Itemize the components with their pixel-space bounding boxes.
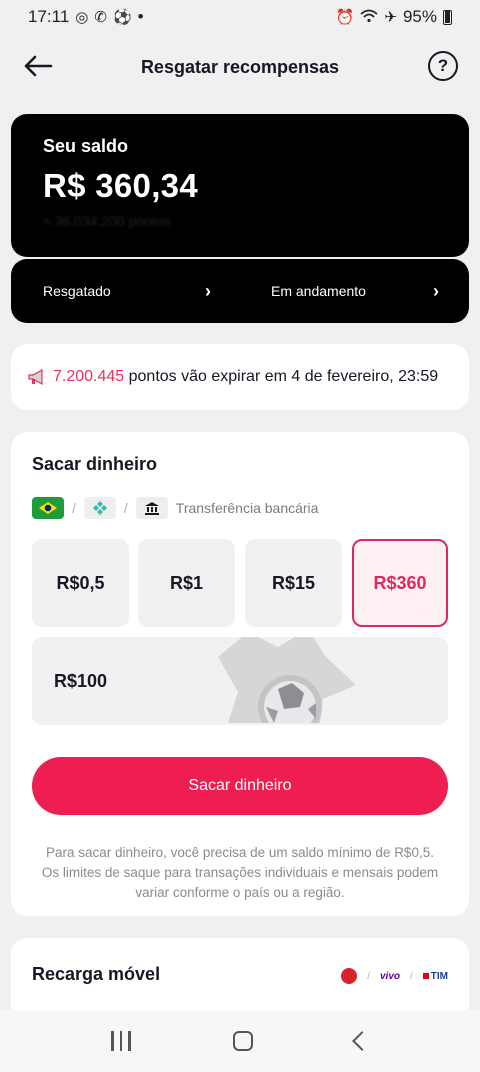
- chevron-right-icon: ›: [205, 280, 211, 301]
- balance-points: ≈ 36.034.200 pontos: [43, 213, 171, 229]
- arrow-left-icon: [24, 55, 53, 77]
- tim-logo: TIM: [423, 971, 448, 982]
- amount-option-1[interactable]: R$1: [138, 539, 235, 627]
- whatsapp-icon: ✆: [94, 8, 107, 26]
- soccer-ball-icon: [218, 637, 356, 723]
- amount-100-label: R$100: [54, 670, 108, 691]
- amount-option-15[interactable]: R$15: [245, 539, 342, 627]
- expiry-text: pontos vão expirar em 4 de fevereiro, 23…: [124, 368, 439, 385]
- question-icon: ?: [437, 56, 449, 75]
- balance-value: R$ 360,34: [43, 167, 198, 204]
- bank-icon: [135, 497, 168, 519]
- notification-dot: •: [137, 7, 144, 26]
- withdraw-section: Sacar dinheiro / / Transferência bancári…: [11, 432, 469, 916]
- separator: /: [123, 500, 128, 516]
- claro-logo-icon: [341, 968, 358, 984]
- withdraw-disclaimer: Para sacar dinheiro, você precisa de um …: [41, 845, 439, 900]
- soccer-ball-icon: ⚽: [112, 8, 132, 26]
- megaphone-icon: [28, 368, 43, 386]
- system-back-button[interactable]: [351, 1031, 372, 1051]
- balance-label: Seu saldo: [43, 136, 129, 156]
- separator: /: [72, 500, 76, 516]
- redeemed-label: Resgatado: [43, 283, 111, 299]
- instagram-icon: ◎: [75, 8, 89, 26]
- recent-apps-button[interactable]: [111, 1031, 131, 1051]
- airplane-icon: ✈: [384, 8, 397, 26]
- in-progress-link[interactable]: Em andamento ›: [239, 281, 469, 302]
- amount-option-0-5[interactable]: R$0,5: [32, 539, 129, 627]
- bank-transfer-label: Transferência bancária: [175, 500, 319, 516]
- battery-percent: 95%: [402, 7, 437, 26]
- nav-header: Resgatar recompensas ?: [0, 38, 480, 96]
- balance-card: Seu saldo R$ 360,34 ≈ 36.034.200 pontos: [11, 114, 469, 257]
- status-bar: 17:11 ◎ ✆ ⚽ • ⏰ ✈ 95%: [0, 0, 480, 34]
- status-right: ⏰ ✈ 95%: [336, 7, 452, 27]
- payment-methods: / / Transferência bancária: [32, 497, 448, 519]
- recharge-title: Recarga móvel: [32, 964, 161, 984]
- chevron-right-icon: ›: [433, 280, 439, 301]
- amount-option-360-selected[interactable]: R$360: [352, 539, 448, 627]
- status-time: 17:11: [28, 7, 70, 26]
- status-left: 17:11 ◎ ✆ ⚽ •: [28, 7, 144, 27]
- in-progress-label: Em andamento: [271, 283, 366, 299]
- carrier-logos: / vivo / TIM: [341, 968, 448, 984]
- page-title: Resgatar recompensas: [140, 56, 340, 77]
- system-nav-bar: [0, 1010, 480, 1072]
- vivo-logo: vivo: [379, 970, 400, 982]
- history-links: Resgatado › Em andamento ›: [11, 259, 469, 323]
- separator: /: [367, 970, 370, 982]
- help-button[interactable]: ?: [428, 51, 458, 81]
- withdraw-button[interactable]: Sacar dinheiro: [32, 757, 448, 815]
- brazil-flag-icon: [32, 497, 64, 519]
- pix-icon: [83, 497, 116, 519]
- wifi-icon: [360, 9, 378, 26]
- home-button[interactable]: [232, 1031, 253, 1051]
- back-button[interactable]: [22, 50, 54, 82]
- amount-option-100[interactable]: R$100: [32, 637, 448, 725]
- battery-icon: [443, 9, 452, 25]
- amount-options: R$0,5 R$1 R$15 R$360 R$100: [32, 539, 448, 725]
- points-expiry-notice: 7.200.445 pontos vão expirar em 4 de fev…: [11, 344, 469, 410]
- expiring-points: 7.200.445: [53, 368, 125, 385]
- alarm-icon: ⏰: [335, 8, 355, 26]
- withdraw-title: Sacar dinheiro: [32, 454, 158, 474]
- redeemed-link[interactable]: Resgatado ›: [11, 281, 239, 302]
- separator: /: [410, 970, 413, 982]
